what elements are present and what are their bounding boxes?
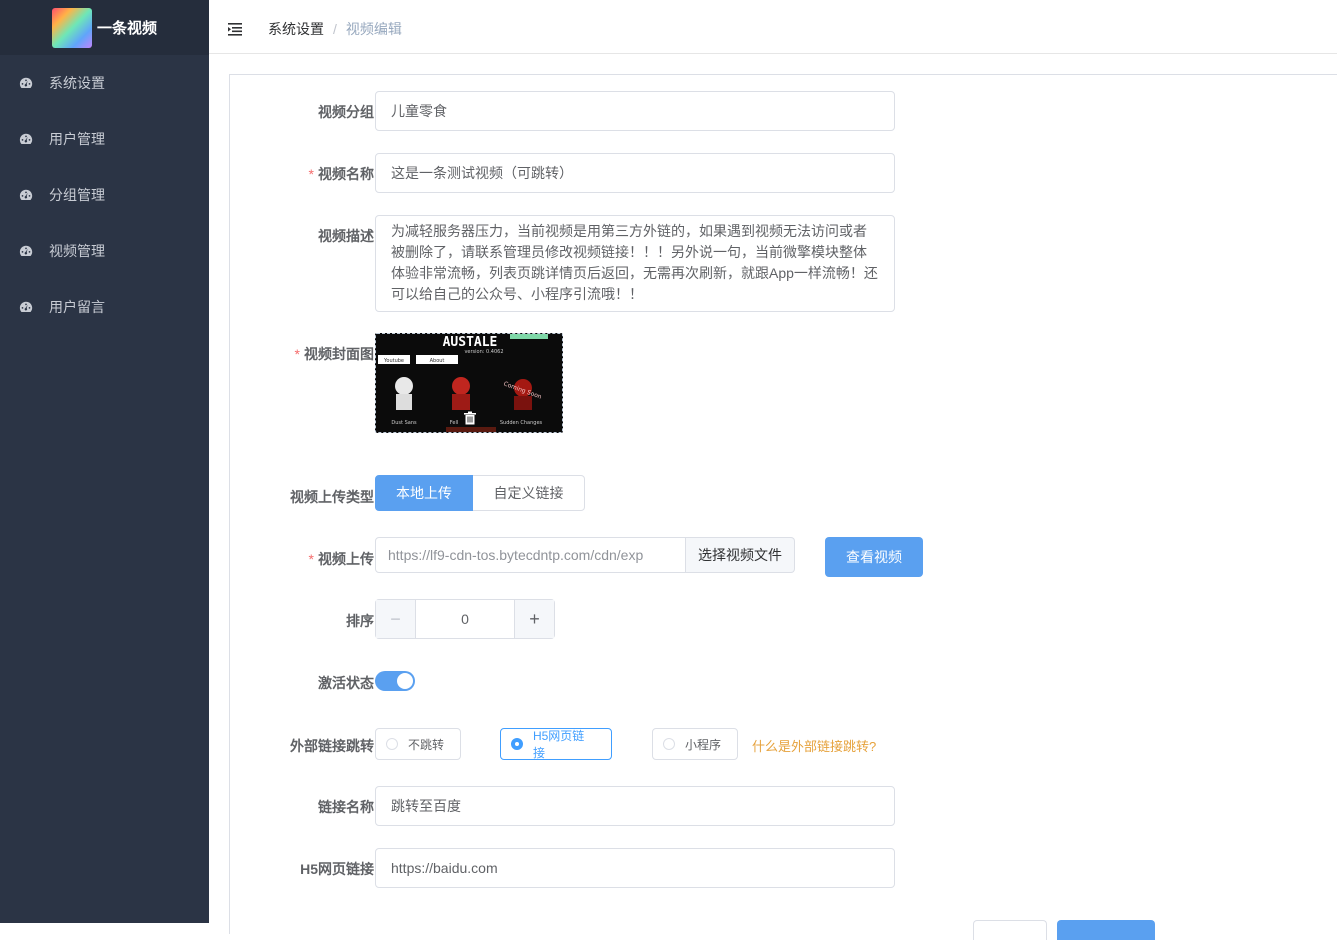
app-title: 一条视频 [97,20,158,37]
name-label: * 视频名称 [309,164,374,184]
active-label: 激活状态 [318,675,374,691]
upload-type-segmented: 本地上传 自定义链接 [375,475,585,511]
required-mark: * [308,166,314,182]
delete-icon[interactable] [463,411,477,425]
active-toggle[interactable] [375,671,415,691]
upload-group: https://lf9-cdn-tos.bytecdntp.com/cdn/ex… [375,537,795,573]
jump-help-link[interactable]: 什么是外部链接跳转? [752,736,876,755]
sidebar-item-label: 分组管理 [49,187,105,203]
video-url-value: https://lf9-cdn-tos.bytecdntp.com/cdn/ex… [388,547,644,563]
logo-bar: 一条视频 [0,0,209,55]
group-value: 儿童零食 [391,103,447,119]
h5-link-label: H5网页链接 [300,861,374,877]
upload-type-label: 视频上传类型 [290,489,374,505]
sidebar-item-label: 系统设置 [49,75,105,91]
desc-textarea[interactable]: 为减轻服务器压力，当前视频是用第三方外链的，如果遇到视频无法访问或者被删除了，请… [375,215,895,312]
group-label: 视频分组 [318,104,374,120]
cover-label: * 视频封面图 [295,344,374,364]
sort-label: 排序 [346,613,374,629]
radio-dot [511,738,523,750]
breadcrumb-separator: / [333,20,337,37]
cover-title-text: AUSTALE [443,335,498,350]
submit-button[interactable] [1057,920,1155,940]
radio-label: H5网页链接 [532,729,585,760]
upload-type-custom-button[interactable]: 自定义链接 [473,475,585,511]
cover-label-text: 视频封面图 [304,346,374,362]
cover-image[interactable]: AUSTALE version: 0.4062 Youtube About Co… [375,333,563,433]
cover-caption-3: Sudden Changes [500,420,543,426]
dashboard-icon [19,77,33,88]
video-url-input[interactable]: https://lf9-cdn-tos.bytecdntp.com/cdn/ex… [375,537,686,573]
sidebar-item-group-management[interactable]: 分组管理 [0,167,209,223]
breadcrumb-parent[interactable]: 系统设置 [268,19,324,39]
radio-dot [386,738,398,750]
sidebar-item-label: 用户留言 [49,299,105,315]
radio-label: 小程序 [685,737,722,752]
radio-no-jump[interactable]: 不跳转 [375,728,461,760]
sort-stepper: − 0 + [375,599,555,639]
cover-youtube-btn: Youtube [383,358,404,364]
top-header: 系统设置 / 视频编辑 [209,0,1337,54]
jump-label: 外部链接跳转 [290,738,374,754]
cover-caption-1: Dust Sans [391,420,417,426]
upload-type-local-button[interactable]: 本地上传 [375,475,473,511]
toggle-knob [397,673,413,689]
link-name-input[interactable]: 跳转至百度 [375,786,895,826]
h5-link-input[interactable]: https://baidu.com [375,848,895,888]
dashboard-icon [19,133,33,144]
required-mark: * [308,551,314,567]
view-video-button[interactable]: 查看视频 [825,537,923,577]
upload-label: * 视频上传 [309,549,374,569]
radio-mini-program[interactable]: 小程序 [652,728,738,760]
edit-form-panel: 视频分组 儿童零食 * 视频名称 这是一条测试视频（可跳转） 视频描述 为减轻服务… [229,74,1337,940]
sidebar: 一条视频 系统设置 用户管理 分组管理 视频管理 用户留言 [0,0,209,923]
name-value: 这是一条测试视频（可跳转） [391,165,573,181]
choose-video-file-button[interactable]: 选择视频文件 [686,537,795,573]
cancel-button[interactable] [973,920,1047,940]
name-input[interactable]: 这是一条测试视频（可跳转） [375,153,895,193]
sidebar-item-user-management[interactable]: 用户管理 [0,111,209,167]
breadcrumb: 系统设置 / 视频编辑 [268,19,402,39]
dashboard-icon [19,245,33,256]
sidebar-item-label: 视频管理 [49,243,105,259]
sort-value[interactable]: 0 [416,600,514,638]
group-select[interactable]: 儿童零食 [375,91,895,131]
radio-dot [663,738,675,750]
menu-fold-icon[interactable] [227,20,245,38]
sidebar-item-video-management[interactable]: 视频管理 [0,223,209,279]
app-logo [52,7,92,48]
required-mark: * [294,346,300,362]
sidebar-item-system-settings[interactable]: 系统设置 [0,55,209,111]
h5-link-value: https://baidu.com [391,860,498,876]
cover-caption-2: Fell [450,420,458,426]
radio-label: 不跳转 [408,737,445,752]
upload-label-text: 视频上传 [318,551,374,567]
cover-version-text: version: 0.4062 [464,349,503,355]
breadcrumb-current: 视频编辑 [345,20,402,37]
sort-increment-button[interactable]: + [514,600,554,638]
sidebar-item-label: 用户管理 [49,131,105,147]
cover-about-btn: About [430,358,445,364]
dashboard-icon [19,189,33,200]
dashboard-icon [19,301,33,312]
sort-decrement-button[interactable]: − [376,600,416,638]
link-name-label: 链接名称 [318,799,374,815]
desc-label: 视频描述 [318,228,374,244]
name-label-text: 视频名称 [318,166,374,182]
link-name-value: 跳转至百度 [391,798,461,814]
sidebar-item-user-messages[interactable]: 用户留言 [0,279,209,335]
radio-h5-link[interactable]: H5网页链接 [500,728,612,760]
